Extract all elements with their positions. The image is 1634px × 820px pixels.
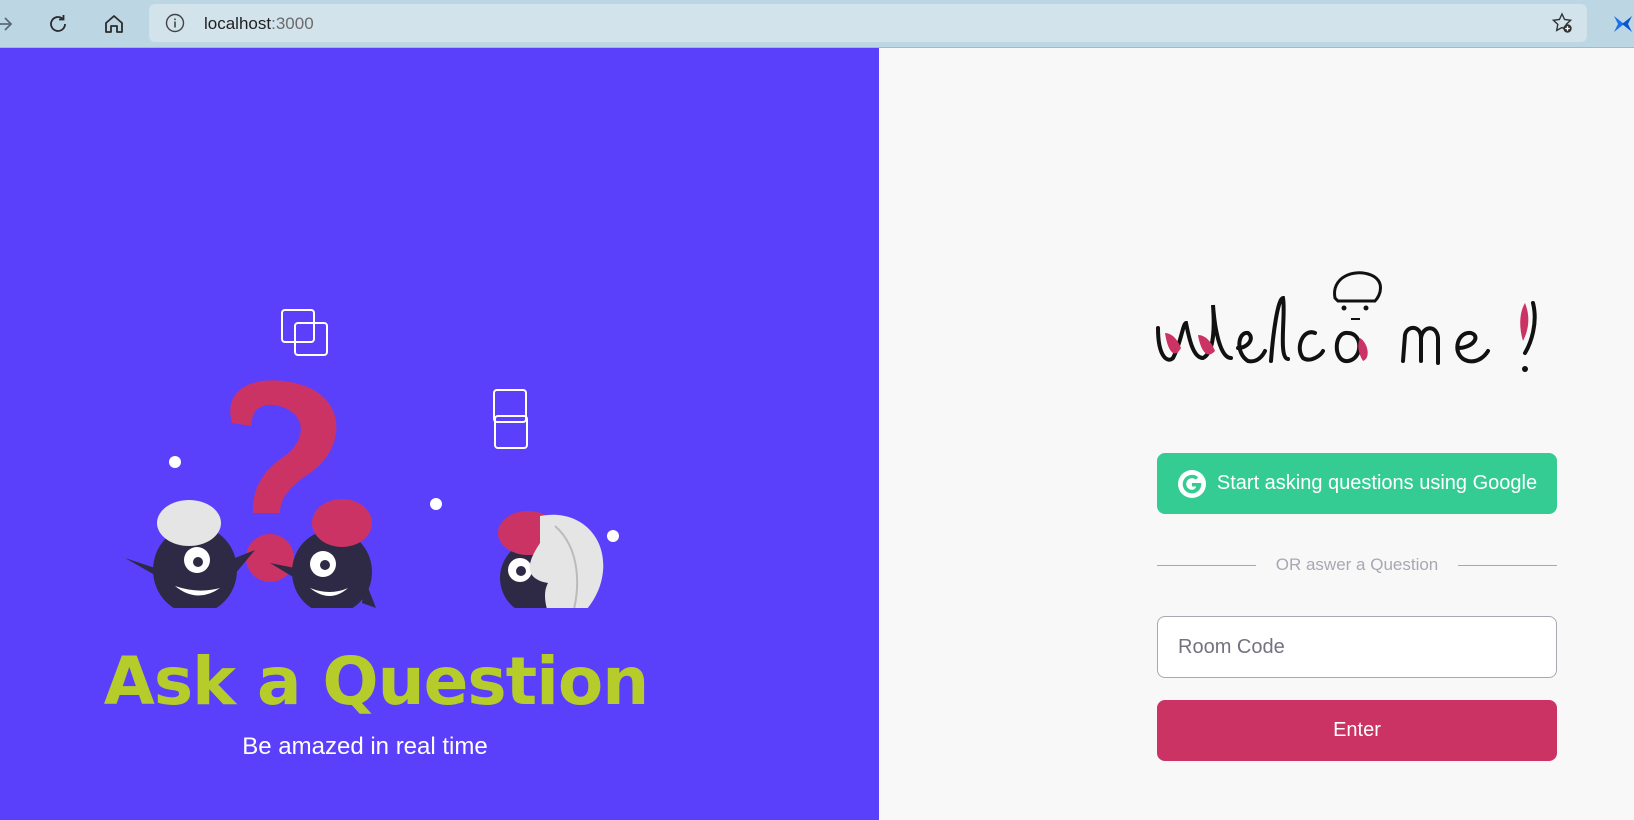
divider-text: OR aswer a Question <box>1275 555 1439 574</box>
home-button[interactable] <box>96 6 132 42</box>
info-icon <box>165 13 185 33</box>
url-host: localhost <box>204 14 272 33</box>
reload-icon <box>50 15 66 32</box>
question-illustration <box>125 309 619 608</box>
arrow-right-icon <box>0 17 13 31</box>
enter-button[interactable]: Enter <box>1157 700 1557 761</box>
extension-icon[interactable] <box>1612 14 1634 34</box>
divider-line-left <box>1157 564 1256 566</box>
google-icon <box>1177 469 1206 498</box>
google-button-label: Start asking questions using Google <box>1216 472 1538 494</box>
hero-subtitle: Be amazed in real time <box>242 733 488 760</box>
google-sign-in-button[interactable]: Start asking questions using Google <box>1157 453 1557 514</box>
url-port: :3000 <box>271 14 314 33</box>
enter-button-label: Enter <box>1333 719 1381 741</box>
divider-line-right <box>1458 564 1558 566</box>
forward-button[interactable] <box>0 6 22 42</box>
address-bar[interactable]: localhost:3000 <box>149 4 1587 42</box>
hero-section: Ask a Question Be amazed in real time <box>0 48 879 820</box>
star-add-icon[interactable] <box>1551 12 1573 34</box>
room-code-input[interactable] <box>1157 616 1557 678</box>
reload-button[interactable] <box>40 6 76 42</box>
url-text: localhost:3000 <box>204 14 314 34</box>
browser-toolbar: localhost:3000 <box>0 0 1634 48</box>
home-icon <box>105 15 123 33</box>
login-panel: Start asking questions using Google OR a… <box>879 48 1634 820</box>
or-divider: OR aswer a Question <box>1157 553 1558 577</box>
welcome-logo <box>1156 271 1537 372</box>
character-left <box>125 500 255 608</box>
hero-title: Ask a Question <box>103 643 649 720</box>
character-right <box>498 511 604 608</box>
